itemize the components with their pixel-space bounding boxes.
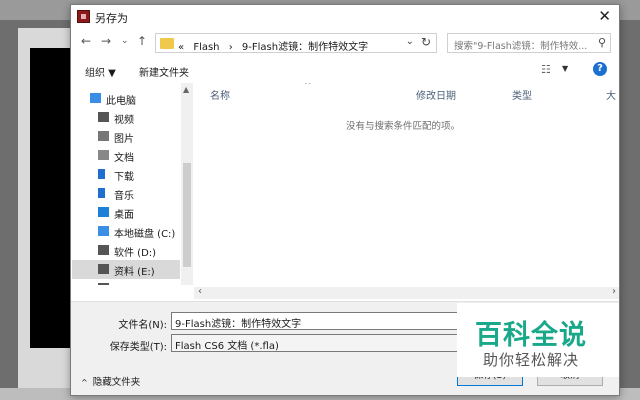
sidebar-item-label: 下载 [114,172,134,183]
sidebar-item[interactable]: 视频 [72,108,180,127]
nav-scrollbar-thumb[interactable] [183,163,191,267]
search-placeholder: 搜索"9-Flash滤镜：制作特效... [454,41,588,52]
search-icon[interactable]: ⚲ [598,36,606,49]
column-header-type[interactable]: 类型 [512,87,532,102]
video-icon [98,112,109,122]
navigation-pane[interactable]: 此电脑视频图片文档下载音乐桌面本地磁盘 (C:) 软件 (D:) 资料 (E:) 娱乐… [72,83,192,285]
filetype-value: Flash CS6 文档 (*.fla) [175,341,279,352]
help-icon[interactable]: ? [593,62,607,76]
sidebar-item[interactable]: 软件 (D:) [72,241,180,260]
sidebar-item-label: 视频 [114,115,134,126]
save-as-dialog: 另存为 ✕ ← → ⌄ ↑ « Flash › 9-Flash滤镜：制作特效文字… [70,4,620,396]
sidebar-item-label: 娱乐 (F:) [114,282,153,285]
chevron-up-icon: ^ [81,378,88,387]
sidebar-item[interactable]: 资料 (E:) [72,260,180,279]
close-button[interactable]: ✕ [598,7,611,25]
sidebar-item-label: 此电脑 [106,96,136,107]
sidebar-item-label: 文档 [114,153,134,164]
breadcrumb: « Flash › 9-Flash滤镜：制作特效文字 [178,38,374,53]
music-icon [98,188,105,198]
sidebar-item[interactable]: 本地磁盘 (C:) [72,222,180,241]
sidebar-item-label: 图片 [114,134,134,145]
sidebar-item-label: 本地磁盘 (C:) [114,229,176,240]
download-icon [98,169,105,179]
sidebar-item[interactable]: 图片 [72,127,180,146]
file-list[interactable]: 名称 ^ 修改日期 类型 大 没有与搜索条件匹配的项。 [194,83,619,285]
new-folder-button[interactable]: 新建文件夹 [139,64,189,79]
breadcrumb-item-flash[interactable]: Flash [193,42,219,53]
drive-icon [98,264,109,274]
scroll-right-icon[interactable]: › [612,286,616,297]
watermark-title: 百科全说 [475,320,587,351]
address-bar[interactable]: « Flash › 9-Flash滤镜：制作特效文字 ⌄ ↻ [155,33,437,53]
chevron-down-icon[interactable]: ⌄ [406,36,414,47]
drive-c-icon [98,226,109,236]
command-toolbar: 组织 ▼ 新建文件夹 ☷ ▼ ? [71,59,619,83]
sidebar-item-label: 音乐 [114,191,134,202]
picture-icon [98,131,109,141]
scroll-up-icon[interactable]: ▲ [183,85,189,94]
up-arrow-icon[interactable]: ↑ [137,34,147,48]
horizontal-scrollbar[interactable]: ‹ › [194,286,619,299]
desktop-background: 另存为 ✕ ← → ⌄ ↑ « Flash › 9-Flash滤镜：制作特效文字… [0,0,640,400]
refresh-icon[interactable]: ↻ [421,35,431,49]
back-arrow-icon[interactable]: ← [81,34,91,48]
empty-list-message: 没有与搜索条件匹配的项。 [346,121,461,132]
filetype-label: 保存类型(T): [109,342,167,353]
flash-app-icon [77,10,90,23]
desktop-icon [98,207,109,217]
filename-label: 文件名(N): [118,320,167,331]
sidebar-item-label: 软件 (D:) [114,248,157,259]
watermark-logo: 百科全说 助你轻松解决 [457,303,619,377]
breadcrumb-separator[interactable]: › [229,42,233,53]
drive-icon [98,283,109,285]
folder-icon [160,38,174,49]
sidebar-item[interactable]: 文档 [72,146,180,165]
filename-value: 9-Flash滤镜：制作特效文字 [175,319,302,330]
watermark-subtitle: 助你轻松解决 [483,351,580,369]
scroll-left-icon[interactable]: ‹ [198,286,202,297]
address-row: ← → ⌄ ↑ « Flash › 9-Flash滤镜：制作特效文字 ⌄ ↻ 搜… [71,31,619,55]
sidebar-item-label: 桌面 [114,210,134,221]
sidebar-item[interactable]: 音乐 [72,184,180,203]
search-input[interactable]: 搜索"9-Flash滤镜：制作特效... ⚲ [447,33,611,53]
column-header-modified[interactable]: 修改日期 [416,87,456,102]
sidebar-item[interactable]: 此电脑 [72,89,180,108]
sidebar-item[interactable]: 下载 [72,165,180,184]
sort-caret-icon: ^ [304,83,312,91]
nav-scrollbar[interactable]: ▲ [181,83,193,285]
breadcrumb-overflow[interactable]: « [178,42,184,53]
sidebar-item[interactable]: 娱乐 (F:) [72,279,180,285]
view-dropdown-icon[interactable]: ▼ [562,64,568,73]
organize-button[interactable]: 组织 ▼ [85,64,116,79]
hide-folders-toggle[interactable]: ^ 隐藏文件夹 [81,374,140,388]
hide-folders-label: 隐藏文件夹 [92,377,141,388]
sidebar-item[interactable]: 桌面 [72,203,180,222]
view-options-icon[interactable]: ☷ [541,63,551,76]
column-header-name[interactable]: 名称 [210,87,230,102]
filetype-select[interactable]: Flash CS6 文档 (*.fla) [171,334,471,352]
breadcrumb-item-current[interactable]: 9-Flash滤镜：制作特效文字 [242,42,368,53]
app-stage-area [30,48,74,348]
dialog-titlebar[interactable]: 另存为 ✕ [71,5,619,29]
dialog-title: 另存为 [95,12,128,25]
computer-icon [90,93,101,103]
recent-locations-icon[interactable]: ⌄ [121,36,129,46]
sidebar-item-label: 资料 (E:) [114,267,155,278]
forward-arrow-icon[interactable]: → [101,34,111,48]
document-icon [98,150,109,160]
filename-field[interactable]: 9-Flash滤镜：制作特效文字 [171,312,471,330]
column-header-size[interactable]: 大 [606,87,616,102]
drive-icon [98,245,109,255]
